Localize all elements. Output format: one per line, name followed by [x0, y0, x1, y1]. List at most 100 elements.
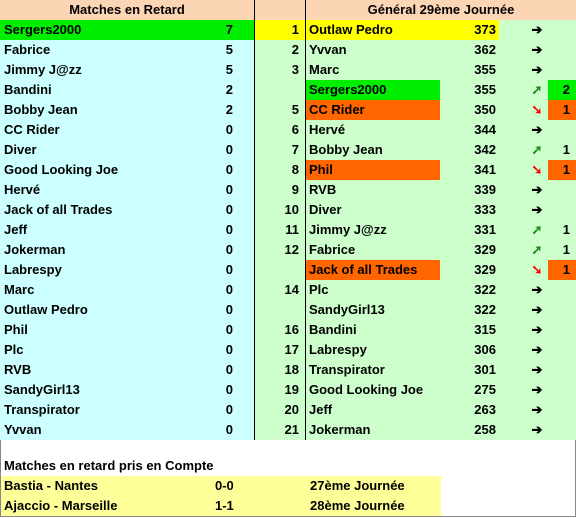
rank: 14 [284, 282, 299, 297]
trend-flat-icon: ➔ [531, 182, 543, 197]
score: 342 [474, 142, 496, 157]
player-name: Bobby Jean [4, 102, 78, 117]
player-name: Labrespy [309, 342, 367, 357]
rank: 6 [291, 122, 299, 137]
rank: 8 [291, 162, 299, 177]
rank-change [548, 420, 570, 440]
rank: 5 [291, 102, 299, 117]
rank: 18 [284, 362, 299, 377]
player-name: Hervé [309, 122, 346, 137]
player-name: RVB [309, 182, 337, 197]
late-count: 7 [225, 22, 233, 37]
player-name: Phil [309, 162, 333, 177]
trend-flat-icon: ➔ [531, 42, 543, 57]
player-name: Jokerman [309, 422, 371, 437]
score: 322 [474, 282, 496, 297]
score: 275 [474, 382, 496, 397]
match-round: 27ème Journée [310, 478, 405, 493]
match-name: Ajaccio - Marseille [4, 498, 118, 513]
score: 258 [474, 422, 496, 437]
trend-flat-icon: ➔ [531, 202, 543, 217]
rank-change [548, 300, 570, 320]
rank-change [548, 40, 570, 60]
rank-change [548, 120, 570, 140]
player-name: Jack of all Trades [4, 202, 113, 217]
score: 350 [474, 102, 496, 117]
late-count: 0 [225, 302, 233, 317]
late-count: 5 [225, 62, 233, 77]
rank-header [255, 0, 305, 20]
late-count: 0 [225, 202, 233, 217]
rank: 12 [284, 242, 299, 257]
trend-up-icon: ➚ [531, 82, 543, 97]
late-count: 0 [225, 282, 233, 297]
footer-title: Matches en retard pris en Compte [4, 458, 214, 473]
player-name: Marc [309, 62, 340, 77]
rank-change [548, 200, 570, 220]
player-name: Diver [309, 202, 342, 217]
divider [254, 0, 255, 440]
rank: 11 [285, 222, 299, 237]
player-name: Jimmy J@zz [309, 222, 387, 237]
late-count: 5 [225, 42, 233, 57]
match-score: 1-1 [215, 498, 234, 513]
rank: 3 [291, 62, 299, 77]
player-name: Fabrice [309, 242, 356, 257]
late-count: 0 [225, 362, 233, 377]
late-count: 0 [225, 382, 233, 397]
player-name: Outlaw Pedro [4, 302, 88, 317]
rank-change [548, 360, 570, 380]
trend-flat-icon: ➔ [531, 122, 543, 137]
player-name: Jimmy J@zz [4, 62, 82, 77]
trend-flat-icon: ➔ [531, 362, 543, 377]
trend-up-icon: ➚ [531, 242, 543, 257]
player-name: Diver [4, 142, 37, 157]
rank-change: 1 [562, 262, 570, 277]
score: 344 [474, 122, 496, 137]
score: 329 [474, 242, 496, 257]
rank-change: 1 [562, 222, 570, 237]
match-round: 28ème Journée [310, 498, 405, 513]
rank: 16 [284, 322, 299, 337]
trend-flat-icon: ➔ [531, 422, 543, 437]
match-name: Bastia - Nantes [4, 478, 98, 493]
score: 333 [474, 202, 496, 217]
trend-up-icon: ➚ [531, 222, 543, 237]
trend-flat-icon: ➔ [531, 402, 543, 417]
rank: 2 [291, 42, 299, 57]
rank: 9 [291, 182, 299, 197]
rank-change: 2 [562, 82, 570, 97]
rank-change: 1 [562, 242, 570, 257]
player-name: Good Looking Joe [4, 162, 119, 177]
late-count: 2 [225, 82, 233, 97]
player-name: Sergers2000 [4, 22, 82, 37]
player-name: Transpirator [309, 362, 385, 377]
player-name: Labrespy [4, 262, 62, 277]
rank [255, 300, 299, 320]
rank: 17 [284, 342, 299, 357]
player-name: Marc [4, 282, 35, 297]
score: 322 [474, 302, 496, 317]
score: 339 [474, 182, 496, 197]
rank: 10 [284, 202, 299, 217]
player-name: Bobby Jean [309, 142, 383, 157]
match-score: 0-0 [215, 478, 234, 493]
late-count: 0 [225, 262, 233, 277]
trend-up-icon: ➚ [531, 142, 543, 157]
player-name: Yvvan [4, 422, 42, 437]
trend-flat-icon: ➔ [531, 342, 543, 357]
trend-flat-icon: ➔ [531, 282, 543, 297]
player-name: Transpirator [4, 402, 80, 417]
score: 362 [474, 42, 496, 57]
rank-change [548, 180, 570, 200]
trend-flat-icon: ➔ [531, 322, 543, 337]
late-table-title: Matches en Retard [0, 0, 254, 20]
trend-flat-icon: ➔ [531, 382, 543, 397]
trend-flat-icon: ➔ [531, 62, 543, 77]
player-name: Plc [309, 282, 329, 297]
trend-down-icon: ➘ [531, 262, 543, 277]
rank: 1 [291, 22, 299, 37]
late-count: 0 [225, 222, 233, 237]
player-name: Yvvan [309, 42, 347, 57]
player-name: Fabrice [4, 42, 51, 57]
